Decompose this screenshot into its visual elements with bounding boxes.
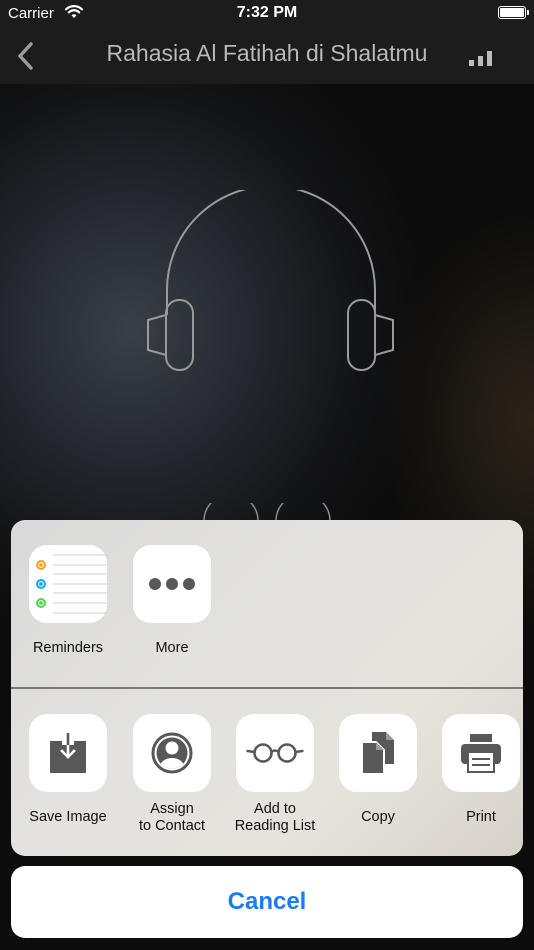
action-add-to-reading-list[interactable] [236,714,314,792]
action-label: Print [466,809,496,825]
action-print[interactable] [442,714,520,792]
reminders-icon [36,554,107,614]
share-app-reminders[interactable] [29,545,107,623]
action-assign-to-contact[interactable] [133,714,211,792]
action-label: Add to Reading List [220,801,330,835]
contact-icon [151,732,193,774]
cancel-button[interactable]: Cancel [11,866,523,938]
glasses-icon [246,743,304,763]
action-label-line: to Contact [138,818,206,834]
clock: 7:32 PM [236,4,298,21]
navigation-bar: Rahasia Al Fatihah di Shalatmu [0,28,534,84]
print-icon [461,734,501,773]
action-save-image[interactable] [29,714,107,792]
status-bar: Carrier 7:32 PM [0,0,534,28]
more-icon [149,578,195,590]
audio-level-icon[interactable] [468,50,494,66]
share-app-label: Reminders [32,640,104,656]
share-apps-row: Reminders More [11,520,523,687]
share-app-more[interactable] [133,545,211,623]
action-copy[interactable] [339,714,417,792]
action-label: Assign to Contact [117,801,227,835]
back-chevron-icon[interactable] [14,40,38,72]
save-image-icon [50,733,86,773]
action-label: Save Image [29,809,107,825]
share-actions-row: Save Image Assign to Contact Add to Read… [11,689,523,856]
action-label: Copy [361,809,395,825]
share-app-label: More [155,640,189,656]
share-sheet: Reminders More Save Image Assign to Cont… [11,520,523,856]
battery-icon [498,6,529,19]
action-label-line: Reading List [234,818,316,834]
page-title: Rahasia Al Fatihah di Shalatmu [106,40,428,66]
copy-icon [361,732,394,775]
headphones-icon [147,190,394,371]
action-label-line: Assign [150,801,194,817]
action-label-line: Add to [254,801,296,817]
